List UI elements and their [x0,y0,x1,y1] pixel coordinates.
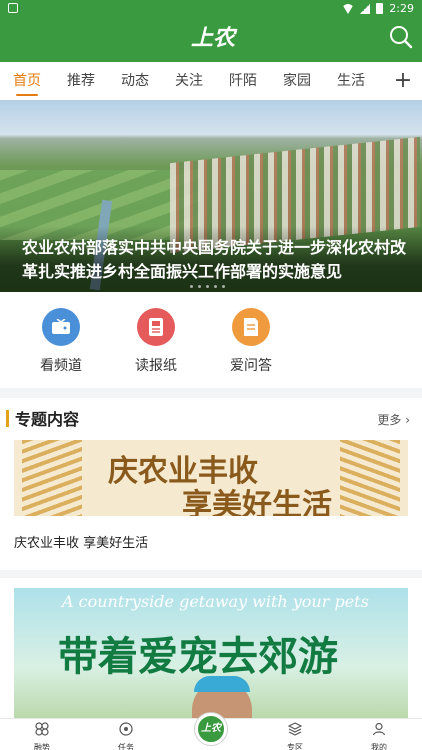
signal-icon [360,3,371,14]
section-title-bar [6,409,9,427]
quick-entry-row: 看频道 读报纸 爱问答 [0,292,422,388]
newspaper-icon [137,308,175,346]
carousel-dots [190,285,225,288]
tab-label: 家园 [283,73,311,89]
tab-news[interactable]: 动态 [117,62,153,100]
topic-banner[interactable]: 庆农业丰收 享美好生活 [14,440,408,516]
nav-label: 专区 [287,743,303,750]
nav-label: 我的 [371,743,387,750]
hero-carousel[interactable]: 农业农村部落实中共中央国务院关于进一步深化农村改革扎实推进乡村全面振兴工作部署的… [0,100,422,292]
layers-icon [287,722,303,736]
channel-tabs: 首页 推荐 动态 关注 阡陌 家园 生活 [0,62,422,100]
carousel-dot [214,285,217,288]
topic-caption[interactable]: 庆农业丰收 享美好生活 [14,532,148,551]
qa-icon [232,308,270,346]
nav-label: 融势 [34,743,50,750]
tab-label: 生活 [337,73,365,89]
tab-life[interactable]: 生活 [333,62,369,100]
wheat-illustration [22,440,82,516]
wifi-icon [342,3,355,14]
tv-icon [42,308,80,346]
banner-line2: 享美好生活 [182,488,332,516]
tab-label: 推荐 [67,73,95,89]
app-root: 2:29 上农 首页 推荐 动态 关注 阡陌 家园 生活 + 农业农村部落实中共… [0,0,422,750]
bottom-nav: 融势 任务 上农 专区 我的 [0,713,422,750]
feature-banner[interactable]: A countryside getaway with your pets 带着爱… [14,588,408,720]
tab-recommend[interactable]: 推荐 [63,62,99,100]
carousel-dot [198,285,201,288]
quick-label: 看频道 [40,358,82,374]
carousel-dot [222,285,225,288]
app-logo: 上农 [190,25,235,51]
quick-label: 爱问答 [230,358,272,374]
carousel-dot [190,285,193,288]
logo-icon: 上农 [195,713,227,745]
quick-qa[interactable]: 爱问答 [211,308,291,375]
section-title: 专题内容 [6,408,80,429]
tab-follow[interactable]: 关注 [171,62,207,100]
nav-item-center[interactable]: 上农 [191,713,231,745]
more-label: 更多 [377,413,402,427]
tab-fields[interactable]: 阡陌 [225,62,261,100]
tab-label: 动态 [121,73,149,89]
tab-home[interactable]: 首页 [9,62,45,100]
topics-section: 专题内容 更多 › 庆农业丰收 享美好生活 庆农业丰收 享美好生活 [0,398,422,570]
more-link[interactable]: 更多 › [377,411,410,428]
search-icon[interactable] [388,24,414,50]
grid-icon [35,722,49,736]
nav-item-zone[interactable]: 专区 [275,721,315,750]
feature-subtitle: A countryside getaway with your pets [62,592,369,611]
tab-active-underline [16,94,38,96]
section-title-text: 专题内容 [15,410,80,429]
status-time: 2:29 [389,2,414,15]
person-cap-illustration [194,676,250,692]
feature-card[interactable]: A countryside getaway with your pets 带着爱… [0,578,422,720]
feature-title: 带着爱宠去郊游 [58,633,338,680]
wheat-illustration [340,440,400,516]
status-right: 2:29 [342,2,414,15]
tab-label: 关注 [175,73,203,89]
carousel-dot [206,285,209,288]
chevron-right-icon: › [405,413,410,427]
app-header: 2:29 上农 [0,0,422,62]
nav-item-rongshi[interactable]: 融势 [22,721,62,750]
nav-label: 任务 [118,743,134,750]
target-icon [119,722,133,736]
hero-caption: 农业农村部落实中共中央国务院关于进一步深化农村改革扎实推进乡村全面振兴工作部署的… [0,226,422,292]
quick-newspaper[interactable]: 读报纸 [116,308,196,375]
tab-label: 阡陌 [229,73,257,89]
nav-item-tasks[interactable]: 任务 [106,721,146,750]
status-bar: 2:29 [0,0,422,18]
nav-item-mine[interactable]: 我的 [359,721,399,750]
notification-icon [8,3,18,13]
quick-label: 读报纸 [135,358,177,374]
tab-label: 首页 [13,73,41,89]
quick-channel[interactable]: 看频道 [21,308,101,375]
add-tab-button[interactable]: + [392,62,414,100]
battery-icon [376,3,384,14]
tab-home-garden[interactable]: 家园 [279,62,315,100]
user-icon [372,722,386,736]
